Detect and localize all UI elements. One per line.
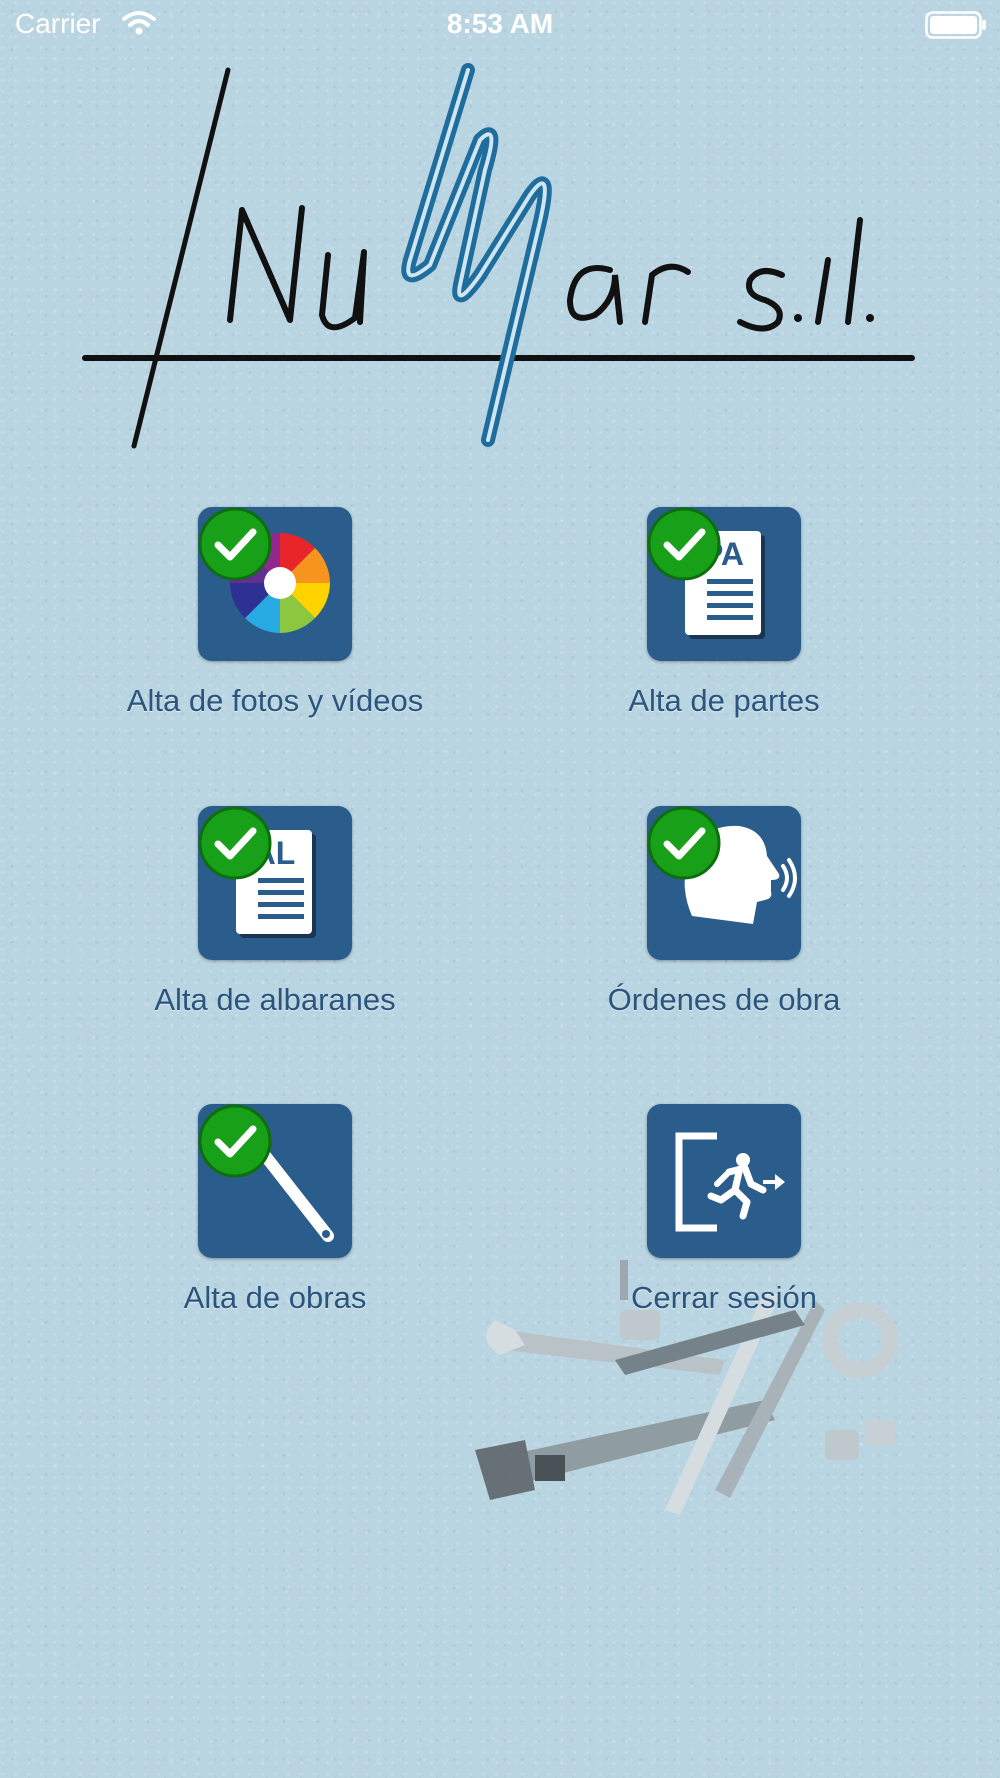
check-badge-icon [198,507,272,581]
menu-item-ordenes[interactable]: Órdenes de obra [554,806,894,1018]
menu-item-albaranes[interactable]: AL Alta de albaranes [105,806,445,1018]
menu-label: Alta de fotos y vídeos [126,683,424,718]
menu-label: Alta de partes [628,683,820,718]
status-bar: Carrier 8:53 AM [0,0,1000,50]
battery-icon [925,11,986,39]
menu-item-logout[interactable]: Cerrar sesión [554,1104,894,1316]
partes-tile[interactable]: PA [647,507,801,661]
menu-item-photos[interactable]: Alta de fotos y vídeos [105,507,445,719]
ordenes-tile[interactable] [647,806,801,960]
menu-label: Órdenes de obra [607,982,841,1017]
obras-tile[interactable] [198,1104,352,1258]
albaranes-tile[interactable]: AL [198,806,352,960]
check-badge-icon [198,806,272,880]
check-badge-icon [647,806,721,880]
photos-tile[interactable] [198,507,352,661]
menu-label: Cerrar sesión [630,1280,818,1315]
menu-label: Alta de albaranes [154,982,396,1017]
company-logo [82,63,915,449]
menu-item-partes[interactable]: PA Alta de partes [554,507,894,719]
menu-item-obras[interactable]: Alta de obras [105,1104,445,1316]
clock: 8:53 AM [446,8,554,39]
menu-label: Alta de obras [183,1280,367,1315]
check-badge-icon [647,507,721,581]
check-badge-icon [198,1104,272,1178]
exit-door-icon [675,1132,785,1232]
logout-tile[interactable] [647,1104,801,1258]
